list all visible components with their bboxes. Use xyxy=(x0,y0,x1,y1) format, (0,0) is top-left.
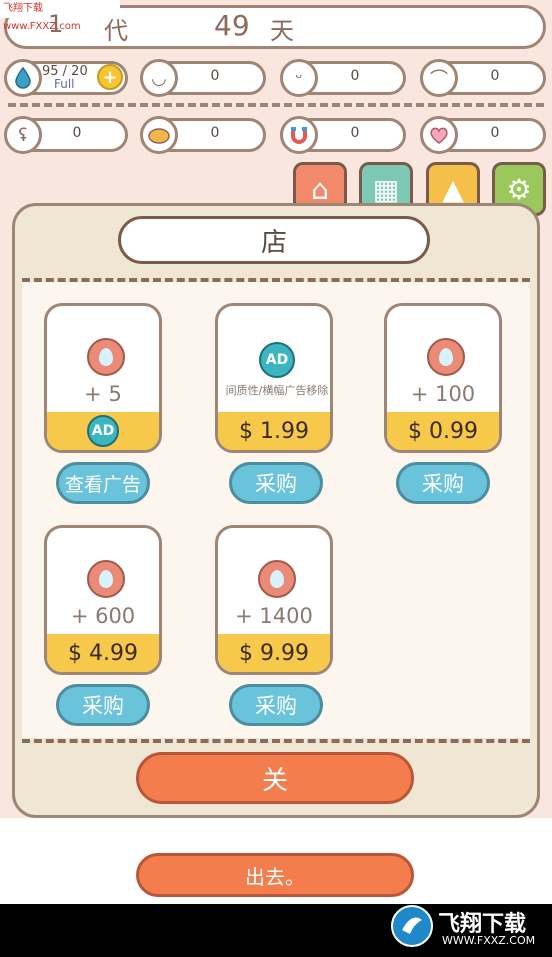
exit-button[interactable]: 出去。 xyxy=(136,853,414,897)
water-drop-icon xyxy=(87,338,125,376)
face-value: 0 xyxy=(210,68,220,84)
close-button[interactable]: 关 xyxy=(136,752,414,804)
water-status: Full xyxy=(54,77,75,91)
buy-button[interactable]: 采购 xyxy=(56,684,150,726)
generation-number: 1 xyxy=(48,10,64,38)
watermark-url: WWW.FXXZ.COM xyxy=(442,934,536,947)
shop-item-1400[interactable]: + 1400 $ 9.99 xyxy=(215,525,333,675)
shower-icon: ⌒ xyxy=(420,59,458,97)
generation-label: 代 xyxy=(104,17,128,45)
muscle-icon: ʢ xyxy=(4,116,42,154)
item-price: $ 0.99 xyxy=(387,412,499,450)
item-description: 间质性/横幅广告移除 xyxy=(225,384,329,397)
sleep-face-icon: ᵕ xyxy=(280,59,318,97)
sleep-value: 0 xyxy=(350,68,360,84)
shop-item-100[interactable]: + 100 $ 0.99 xyxy=(384,303,502,453)
item-price: $ 9.99 xyxy=(218,634,330,672)
item-price: $ 4.99 xyxy=(47,634,159,672)
divider xyxy=(22,739,530,743)
item-price: AD xyxy=(47,412,159,450)
watch-ad-button[interactable]: 查看广告 xyxy=(56,462,150,504)
buy-button[interactable]: 采购 xyxy=(229,462,323,504)
item-amount: + 100 xyxy=(410,382,476,406)
days-number: 49 xyxy=(214,9,250,42)
shop-item-remove-ads[interactable]: AD 间质性/横幅广告移除 $ 1.99 xyxy=(215,303,333,453)
poop-icon xyxy=(140,116,178,154)
item-amount: + 1400 xyxy=(235,604,313,628)
water-drop-icon xyxy=(87,560,125,598)
buy-button[interactable]: 采购 xyxy=(229,684,323,726)
shop-item-watch-ad[interactable]: + 5 AD xyxy=(44,303,162,453)
item-amount: + 5 xyxy=(84,382,122,406)
muscle-value: 0 xyxy=(72,125,82,141)
days-label: 天 xyxy=(270,17,294,45)
ad-icon: AD xyxy=(87,415,119,447)
water-drop-icon xyxy=(4,59,42,97)
shop-item-600[interactable]: + 600 $ 4.99 xyxy=(44,525,162,675)
add-water-button[interactable]: + xyxy=(97,64,123,90)
picture-icon: ▲ xyxy=(442,172,464,206)
water-drop-icon xyxy=(427,338,465,376)
magnet-icon xyxy=(280,116,318,154)
face-icon: ◡ xyxy=(140,59,178,97)
heart-icon xyxy=(420,116,458,154)
ad-icon: AD xyxy=(259,342,295,378)
buy-button[interactable]: 采购 xyxy=(396,462,490,504)
watermark-logo: 飞翔下载 WWW.FXXZ.COM xyxy=(388,902,548,950)
shower-value: 0 xyxy=(490,68,500,84)
divider xyxy=(8,103,544,107)
shop-title: 店 xyxy=(118,216,430,264)
gear-icon: ⚙ xyxy=(506,172,532,206)
magnet-value: 0 xyxy=(350,125,360,141)
heart-value: 0 xyxy=(490,125,500,141)
shop-icon: ▦ xyxy=(372,172,400,206)
home-icon: ⌂ xyxy=(311,172,329,206)
item-amount: + 600 xyxy=(70,604,136,628)
water-drop-icon xyxy=(258,560,296,598)
item-price: $ 1.99 xyxy=(218,412,330,450)
poop-value: 0 xyxy=(210,125,220,141)
